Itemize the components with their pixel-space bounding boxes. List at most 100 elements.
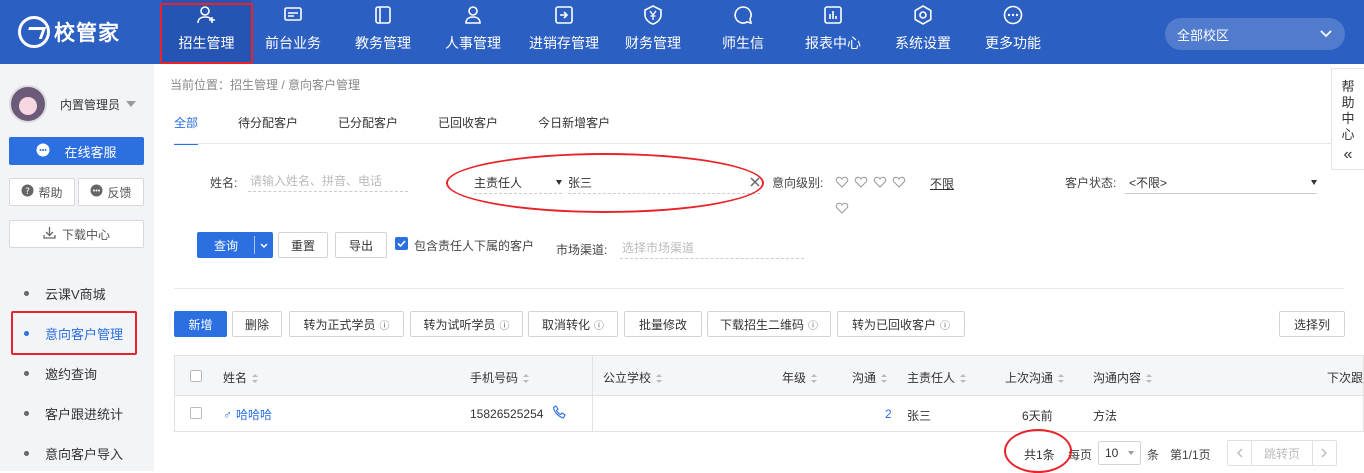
per-page-unit: 条 <box>1147 448 1160 462</box>
header-communication-content[interactable]: 沟通内容 <box>1093 369 1153 386</box>
bullet-icon <box>24 450 29 456</box>
to-trial-student-button[interactable]: 转为试听学员 ⓘ <box>410 311 523 337</box>
filter-divider <box>174 288 1344 289</box>
reset-button[interactable]: 重置 <box>278 232 328 258</box>
header-label: 上次沟通 <box>1005 371 1054 385</box>
online-service-button[interactable]: 在线客服 <box>9 137 144 165</box>
header-label: 沟通内容 <box>1093 371 1142 385</box>
header-phone[interactable]: 手机号码 <box>470 369 530 386</box>
nav-item-hr[interactable]: 人事管理 <box>436 0 510 64</box>
nav-label: 人事管理 <box>445 35 501 51</box>
nav-label: 师生信 <box>722 35 764 51</box>
sidebar-item-label: 邀约查询 <box>45 366 98 382</box>
cancel-convert-button[interactable]: 取消转化 ⓘ <box>528 311 618 337</box>
online-service-label: 在线客服 <box>64 144 117 160</box>
caret-down-icon <box>1128 451 1134 455</box>
person-icon <box>463 5 483 25</box>
user-menu[interactable]: 内置管理员 <box>9 85 137 123</box>
sort-icon <box>1058 374 1065 384</box>
phone-call-icon[interactable] <box>552 405 566 422</box>
sidebar-item-invite-query[interactable]: 邀约查询 <box>0 353 154 393</box>
add-label: 新增 <box>188 317 213 332</box>
nav-item-front-desk[interactable]: 前台业务 <box>256 0 330 64</box>
header-last-communication[interactable]: 上次沟通 <box>1005 369 1065 386</box>
header-school[interactable]: 公立学校 <box>603 369 663 386</box>
tab-assigned[interactable]: 已分配客户 <box>338 114 398 145</box>
batch-edit-label: 批量修改 <box>638 317 687 332</box>
export-button[interactable]: 导出 <box>335 232 387 258</box>
campus-select[interactable]: 全部校区 <box>1165 18 1345 50</box>
sidebar-item-followup-stats[interactable]: 客户跟进统计 <box>0 393 154 433</box>
sidebar-item-mall[interactable]: 云课V商城 <box>0 273 154 313</box>
prev-page-icon[interactable] <box>1228 441 1252 465</box>
tab-today-new[interactable]: 今日新增客户 <box>538 114 610 145</box>
help-center-char: 心 <box>1341 127 1355 142</box>
export-label: 导出 <box>348 238 373 253</box>
header-grade[interactable]: 年级 <box>782 369 818 386</box>
cancel-convert-label: 取消转化 <box>541 317 590 332</box>
batch-edit-button[interactable]: 批量修改 <box>624 311 702 337</box>
tab-bar: 全部 待分配客户 已分配客户 已回收客户 今日新增客户 <box>174 114 650 145</box>
intent-unlimited-link[interactable]: 不限 <box>930 175 954 192</box>
nav-item-settings[interactable]: 系统设置 <box>890 0 956 64</box>
header-label: 年级 <box>782 371 807 385</box>
nav-item-inventory[interactable]: 进销存管理 <box>524 0 604 64</box>
monitor-icon <box>283 5 303 25</box>
market-channel-input[interactable]: 选择市场渠道 <box>620 239 804 259</box>
add-button[interactable]: 新增 <box>174 311 227 337</box>
double-chevron-left-icon: « <box>1343 146 1353 163</box>
tab-unassigned[interactable]: 待分配客户 <box>238 114 298 145</box>
bullet-icon <box>24 290 29 296</box>
communication-content-cell: 方法 <box>1093 409 1118 423</box>
delete-label: 删除 <box>244 317 269 332</box>
sidebar-item-import[interactable]: 意向客户导入 <box>0 433 154 473</box>
annotation-box-sidebar <box>11 311 137 355</box>
select-all-checkbox[interactable] <box>190 370 202 382</box>
nav-item-more[interactable]: 更多功能 <box>980 0 1046 64</box>
per-page-select[interactable]: 10 <box>1098 441 1141 465</box>
jump-page-button[interactable]: 跳转页 <box>1252 445 1312 462</box>
row-checkbox[interactable] <box>190 407 202 419</box>
tab-recycled[interactable]: 已回收客户 <box>438 114 498 145</box>
to-formal-student-button[interactable]: 转为正式学员 ⓘ <box>289 311 404 337</box>
customer-name-link[interactable]: ♂ 哈哈哈 <box>223 406 272 423</box>
header-name[interactable]: 姓名 <box>223 369 259 386</box>
nav-item-messages[interactable]: 师生信 <box>718 0 768 64</box>
next-page-icon[interactable] <box>1312 441 1336 465</box>
query-dropdown-toggle[interactable] <box>255 232 273 258</box>
chat-icon <box>733 5 753 25</box>
sort-icon <box>960 374 967 384</box>
help-center-tab[interactable]: 帮 助 中 心 « <box>1331 68 1364 170</box>
header-label: 姓名 <box>223 371 248 385</box>
nav-item-reports[interactable]: 报表中心 <box>800 0 866 64</box>
select-columns-button[interactable]: 选择列 <box>1279 311 1345 337</box>
heart-icons[interactable] <box>835 176 915 216</box>
header-communication[interactable]: 沟通 <box>852 369 888 386</box>
sidebar-item-label: 云课V商城 <box>45 286 106 302</box>
name-search-input[interactable]: 请输入姓名、拼音、电话 <box>248 172 408 192</box>
nav-label: 进销存管理 <box>529 35 599 51</box>
help-button[interactable]: ? 帮助 <box>9 178 75 206</box>
sort-icon <box>656 374 663 384</box>
delete-button[interactable]: 删除 <box>232 311 282 337</box>
to-recycled-button[interactable]: 转为已回收客户 ⓘ <box>837 311 965 337</box>
header-owner[interactable]: 主责任人 <box>907 369 967 386</box>
nav-item-finance[interactable]: 财务管理 <box>620 0 686 64</box>
include-sub-checkbox[interactable] <box>395 237 408 250</box>
sort-icon <box>523 374 530 384</box>
communication-count[interactable]: 2 <box>885 407 892 421</box>
caret-down-icon <box>1311 180 1317 185</box>
nav-label: 前台业务 <box>265 35 321 51</box>
header-next-followup[interactable]: 下次跟 <box>1327 369 1363 386</box>
customer-status-select[interactable]: <不限> <box>1125 172 1317 194</box>
feedback-button[interactable]: 反馈 <box>78 178 144 206</box>
app-logo[interactable]: 校管家 <box>18 16 120 48</box>
sidebar: 内置管理员 在线客服 ? 帮助 反馈 下载中心 云课V商城 意向客户管理 邀约查… <box>0 64 154 471</box>
nav-item-academic[interactable]: 教务管理 <box>346 0 420 64</box>
tab-all[interactable]: 全部 <box>174 114 199 145</box>
table-header <box>175 356 1363 396</box>
header-label: 主责任人 <box>907 371 956 385</box>
download-center-button[interactable]: 下载中心 <box>9 220 144 248</box>
download-qr-button[interactable]: 下载招生二维码 ⓘ <box>707 311 831 337</box>
logo-icon <box>18 16 50 48</box>
